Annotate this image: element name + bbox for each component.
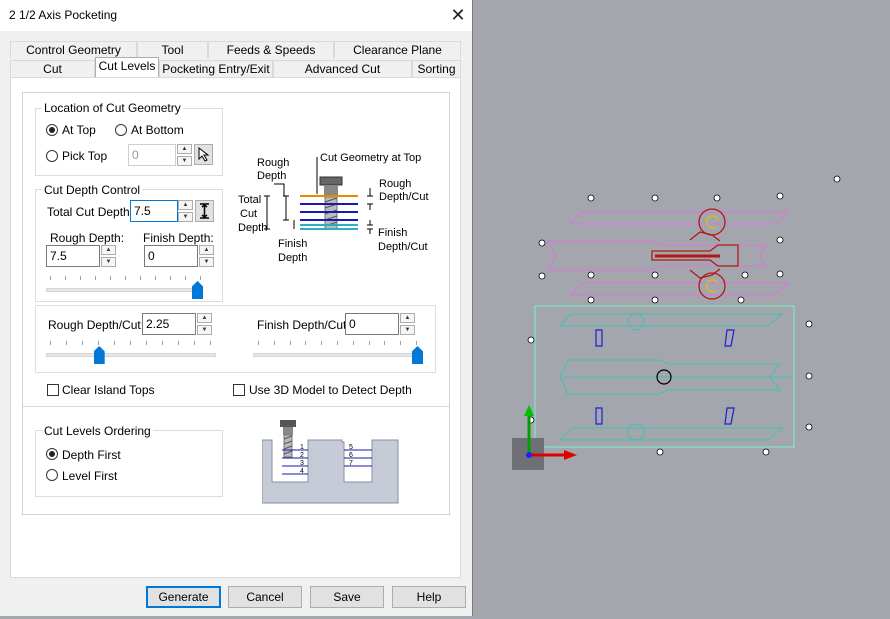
tab-cut-levels[interactable]: Cut Levels [95,57,159,77]
tab-sorting[interactable]: Sorting [412,60,461,77]
rough-depth-spinner[interactable]: ▲ ▼ [101,245,116,267]
at-bottom-radio[interactable] [115,124,127,136]
spin-down-icon[interactable]: ▼ [178,212,193,222]
rough-depth-label: Rough Depth: [50,231,125,245]
red-toolpath [651,208,739,300]
at-top-label: At Top [62,123,96,137]
finish-per-cut-field[interactable]: 0 [345,313,399,335]
teal-geometry [558,313,790,441]
total-depth-spinner[interactable]: ▲ ▼ [178,200,193,222]
at-bottom-label: At Bottom [131,123,184,137]
svg-text:TotalCutDepth: Total Cut Depth [238,194,267,234]
measure-depth-button[interactable] [195,200,214,222]
total-depth-label: Total Cut Depth: [47,205,134,219]
tab-advanced-cut-parameters[interactable]: Advanced Cut Parameters [273,60,412,93]
rough-per-cut-label: Rough Depth/Cut: [48,318,145,332]
tab-clearance-plane[interactable]: Clearance Plane [334,41,461,58]
finish-per-cut-ticks [258,341,417,345]
pick-top-label: Pick Top [62,149,108,163]
rough-depth-field[interactable]: 7.5 [46,245,100,267]
clear-island-label: Clear Island Tops [62,383,155,397]
pick-top-radio[interactable] [46,150,58,162]
total-depth-field[interactable]: 7.5 [130,200,178,222]
spin-up-icon[interactable]: ▲ [400,313,415,323]
generate-button[interactable]: Generate [146,586,221,608]
spin-down-icon[interactable]: ▼ [400,325,415,335]
depth-slider-track[interactable] [46,288,203,292]
level-3: 3 [300,460,304,467]
level-5: 5 [349,444,353,451]
level-first-radio[interactable] [46,469,58,481]
depth-group-label: Cut Depth Control [42,183,143,197]
finish-per-cut-label: Finish Depth/Cut: [257,318,350,332]
depth-measure-icon [200,203,209,219]
magenta-toolpath [547,211,790,296]
cancel-button[interactable]: Cancel [228,586,302,608]
finish-depth-label: Finish Depth: [143,231,214,245]
pick-point-button[interactable] [194,144,213,165]
at-top-radio[interactable] [46,124,58,136]
pocketing-dialog: 2 1/2 Axis Pocketing ✕ Control Geometry … [0,0,473,616]
cut-geometry-top-text: Cut Geometry at Top [320,152,421,164]
finish-per-cut-slider-track[interactable] [253,353,423,357]
spin-up-icon[interactable]: ▲ [199,245,214,255]
tab-control-geometry[interactable]: Control Geometry [10,41,137,58]
pick-top-spinner[interactable]: ▲ ▼ [177,144,192,166]
model-canvas[interactable] [473,0,890,616]
finish-depth-spinner[interactable]: ▲ ▼ [199,245,214,267]
divider [23,406,449,407]
cursor-icon [198,146,210,162]
level-2: 2 [300,452,304,459]
tab-tool[interactable]: Tool [137,41,208,58]
spin-up-icon[interactable]: ▲ [177,144,192,154]
rough-per-cut-spinner[interactable]: ▲ ▼ [197,313,212,335]
spin-down-icon[interactable]: ▼ [197,325,212,335]
svg-text:FinishDepth: Finish Depth [278,238,307,264]
ordering-group-label: Cut Levels Ordering [42,424,153,438]
close-icon: ✕ [450,5,466,25]
rough-per-cut-field[interactable]: 2.25 [142,313,196,335]
spin-up-icon[interactable]: ▲ [197,313,212,323]
rough-per-cut-ticks [50,341,211,345]
cut-depth-diagram: Cut Geometry at Top Rough Depth Total Cut D… [238,152,429,264]
dialog-title: 2 1/2 Axis Pocketing [9,8,118,22]
close-button[interactable]: ✕ [446,3,470,27]
spin-up-icon[interactable]: ▲ [178,200,193,210]
ordering-group [35,430,223,497]
finish-depth-field[interactable]: 0 [144,245,198,267]
spin-down-icon[interactable]: ▼ [199,257,214,267]
use-3d-checkbox[interactable] [233,384,245,396]
svg-text:RoughDepth: Rough Depth [257,157,289,182]
save-button[interactable]: Save [310,586,384,608]
finish-per-cut-spinner[interactable]: ▲ ▼ [400,313,415,335]
clear-island-checkbox[interactable] [47,384,59,396]
pick-top-field[interactable]: 0 [128,144,176,166]
tab-feeds-speeds[interactable]: Feeds & Speeds [208,41,334,58]
title-bar: 2 1/2 Axis Pocketing ✕ [0,0,472,31]
yellow-arcs [706,215,719,293]
rough-per-cut-slider-track[interactable] [46,353,216,357]
help-button[interactable]: Help [392,586,466,608]
svg-text:FinishDepth/Cut: Finish Depth/Cut [378,227,428,253]
tab-pocketing-entry-exit[interactable]: Pocketing Entry/Exit [159,60,273,77]
level-first-label: Level First [62,469,118,483]
tab-cut-parameters[interactable]: Cut Parameters [10,60,95,93]
level-7: 7 [349,460,353,467]
depth-slider-ticks [50,276,201,280]
ordering-diagram: 1234 567 [262,420,399,504]
depth-first-label: Depth First [62,448,121,462]
graphics-viewport[interactable] [473,0,890,616]
level-1: 1 [300,444,304,451]
level-4: 4 [300,468,304,475]
z-axis [526,452,532,458]
use-3d-label: Use 3D Model to Detect Depth [249,383,412,397]
spin-down-icon[interactable]: ▼ [177,156,192,166]
location-group-label: Location of Cut Geometry [42,101,183,115]
svg-text:RoughDepth/Cut: Rough Depth/Cut [379,178,429,203]
level-6: 6 [349,452,353,459]
handle-points [527,175,841,456]
spin-down-icon[interactable]: ▼ [101,257,116,267]
spin-up-icon[interactable]: ▲ [101,245,116,255]
depth-first-radio[interactable] [46,448,58,460]
